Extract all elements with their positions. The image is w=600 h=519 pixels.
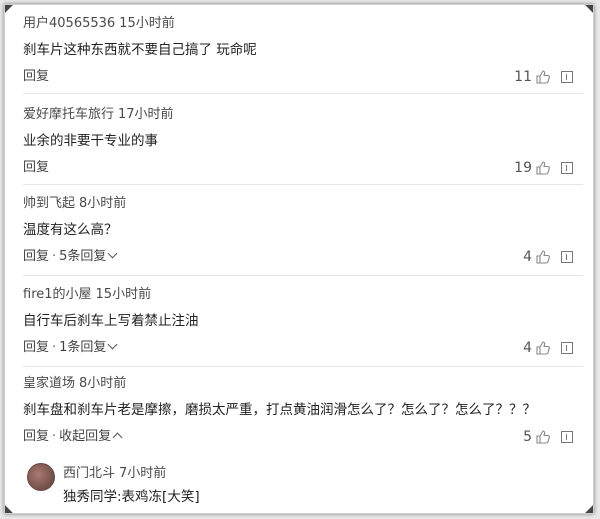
expand-replies-button[interactable]: 5条回复 [59, 248, 118, 264]
thumbs-up-icon[interactable] [536, 250, 550, 264]
thumbs-up-icon[interactable] [536, 161, 550, 175]
comment: fire1的小屋 15小时前 自行车后刹车上写着禁止注油 回复 · 1条回复 4 [23, 286, 583, 367]
comment: 帅到飞起 8小时前 温度有这么高？ 回复 · 5条回复 4 [23, 195, 583, 276]
comment-header: 皇家道场 8小时前 [23, 375, 583, 393]
like-count: 4 [523, 249, 532, 265]
comment-header: 用户40565536 15小时前 [23, 15, 583, 33]
comment-text: 业余的非要干专业的事 [23, 133, 158, 149]
separator: · [52, 340, 57, 355]
like-count: 4 [523, 340, 532, 356]
username[interactable]: fire1的小屋 [23, 287, 92, 302]
reply-button[interactable]: 回复 [23, 340, 49, 355]
timestamp: 8小时前 [79, 376, 127, 391]
reply-button[interactable]: 回复 [23, 69, 49, 84]
comment-text: 温度有这么高？ [23, 222, 118, 238]
sub-reply-header: 西门北斗 7小时前 [63, 465, 166, 483]
comment: 用户40565536 15小时前 刹车片这种东西就不要自己搞了 玩命呢 回复 11 [23, 15, 583, 94]
comment-stats: 19 [514, 159, 573, 177]
report-icon[interactable] [561, 162, 573, 174]
comment-stats: 4 [523, 248, 573, 266]
comment-stats: 4 [523, 339, 573, 357]
chevron-down-icon [107, 248, 118, 259]
corner-decoration [5, 504, 18, 513]
report-icon[interactable] [561, 342, 573, 354]
comment: 皇家道场 8小时前 刹车盘和刹车片老是摩擦，磨损太严重，打点黄油润滑怎么了？怎么了… [23, 375, 583, 451]
report-icon[interactable] [561, 251, 573, 263]
username[interactable]: 用户40565536 [23, 16, 115, 31]
like-count: 19 [514, 160, 532, 176]
timestamp: 17小时前 [118, 107, 174, 122]
username[interactable]: 皇家道场 [23, 376, 75, 391]
thumbs-up-icon[interactable] [536, 430, 550, 444]
comment-actions: 回复 11 [23, 68, 583, 88]
corner-decoration [580, 504, 593, 513]
sub-reply-text: 独秀同学:表鸡冻[大笑] [63, 489, 200, 505]
expand-replies-label: 1条回复 [59, 340, 107, 355]
comment-header: 帅到飞起 8小时前 [23, 195, 583, 213]
thumbs-up-icon[interactable] [536, 341, 550, 355]
timestamp: 7小时前 [119, 466, 167, 481]
comment-actions: 回复 · 1条回复 4 [23, 339, 583, 359]
comment-stats: 5 [523, 428, 573, 446]
comment-text: 自行车后刹车上写着禁止注油 [23, 313, 199, 329]
username[interactable]: 西门北斗 [63, 466, 115, 481]
comment-actions: 回复 · 收起回复 5 [23, 428, 583, 448]
username[interactable]: 帅到飞起 [23, 196, 75, 211]
separator: · [52, 429, 57, 444]
avatar[interactable] [27, 463, 55, 491]
separator: · [52, 249, 57, 264]
expand-replies-label: 5条回复 [59, 249, 107, 264]
reply-button[interactable]: 回复 [23, 429, 49, 444]
expand-replies-button[interactable]: 1条回复 [59, 339, 118, 355]
corner-decoration [580, 5, 593, 14]
username[interactable]: 爱好摩托车旅行 [23, 107, 114, 122]
collapse-replies-label: 收起回复 [59, 429, 112, 444]
chevron-up-icon [112, 432, 123, 443]
like-count: 5 [523, 429, 532, 445]
reply-button[interactable]: 回复 [23, 160, 49, 175]
corner-decoration [5, 5, 18, 14]
report-icon[interactable] [561, 71, 573, 83]
comment-panel: 用户40565536 15小时前 刹车片这种东西就不要自己搞了 玩命呢 回复 11… [4, 4, 594, 514]
timestamp: 8小时前 [79, 196, 127, 211]
timestamp: 15小时前 [119, 16, 175, 31]
comment: 爱好摩托车旅行 17小时前 业余的非要干专业的事 回复 19 [23, 106, 583, 185]
comment-text: 刹车盘和刹车片老是摩擦，磨损太严重，打点黄油润滑怎么了？怎么了？怎么了？？？ [23, 402, 536, 418]
comment-header: fire1的小屋 15小时前 [23, 286, 583, 304]
comment-actions: 回复 19 [23, 159, 583, 179]
comment-stats: 11 [514, 68, 573, 86]
collapse-replies-button[interactable]: 收起回复 [59, 429, 123, 444]
reply-button[interactable]: 回复 [23, 249, 49, 264]
like-count: 11 [514, 69, 532, 85]
chevron-down-icon [107, 339, 118, 350]
comment-text: 刹车片这种东西就不要自己搞了 玩命呢 [23, 42, 257, 58]
timestamp: 15小时前 [95, 287, 152, 302]
comment-header: 爱好摩托车旅行 17小时前 [23, 106, 583, 124]
thumbs-up-icon[interactable] [536, 70, 550, 84]
report-icon[interactable] [561, 431, 573, 443]
comment-actions: 回复 · 5条回复 4 [23, 248, 583, 268]
